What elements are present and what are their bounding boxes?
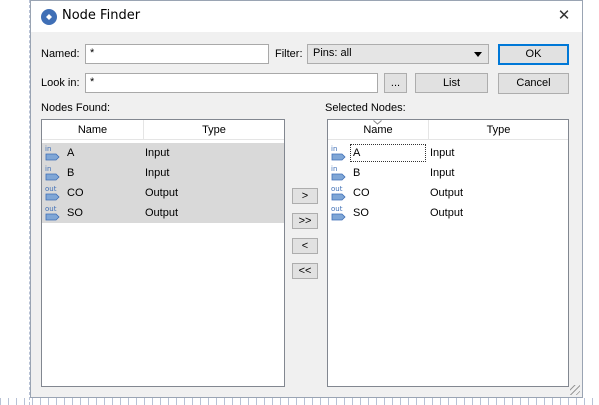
add-button[interactable]: > <box>292 188 318 204</box>
add-all-button[interactable]: >> <box>292 213 318 229</box>
selected-nodes-list[interactable]: Name Type in A Input in B Input out CO O… <box>327 119 569 387</box>
list-item[interactable]: in B Input <box>328 163 568 183</box>
node-type: Output <box>430 187 464 199</box>
look-in-input[interactable]: * <box>85 73 378 93</box>
node-type: Input <box>430 167 455 179</box>
pin-icon-text: in <box>331 165 337 173</box>
remove-button[interactable]: < <box>292 238 318 254</box>
named-label: Named: <box>41 48 80 60</box>
nodes-found-list[interactable]: Name Type in A Input in B Input out CO O… <box>41 119 285 387</box>
output-pin-icon: out <box>45 185 60 201</box>
nodes-found-label: Nodes Found: <box>41 102 111 114</box>
focus-indicator <box>350 144 426 162</box>
filter-select[interactable]: Pins: all <box>307 44 489 64</box>
selected-nodes-header: Name Type <box>328 120 568 140</box>
pin-icon-text: out <box>331 185 343 193</box>
node-type: Input <box>145 147 170 159</box>
node-name: A <box>67 147 75 159</box>
column-header-type[interactable]: Type <box>429 120 568 140</box>
close-icon[interactable]: ✕ <box>554 6 574 26</box>
input-pin-icon: in <box>331 165 346 181</box>
browse-button[interactable]: ... <box>384 73 407 93</box>
dialog-title: Node Finder <box>62 8 141 23</box>
remove-all-button[interactable]: << <box>292 263 318 279</box>
list-item[interactable]: in A Input <box>42 143 284 163</box>
list-item[interactable]: out SO Output <box>328 203 568 223</box>
pin-icon-text: out <box>331 205 343 213</box>
column-header-name[interactable]: Name <box>42 120 143 140</box>
node-type: Output <box>145 207 179 219</box>
node-name: CO <box>353 187 370 199</box>
look-in-label: Look in: <box>41 77 80 89</box>
input-pin-icon: in <box>45 145 60 161</box>
pin-icon-text: in <box>45 145 51 153</box>
selected-nodes-label: Selected Nodes: <box>325 102 406 114</box>
column-header-name[interactable]: Name <box>328 120 428 140</box>
title-bar[interactable]: Node Finder ✕ <box>31 1 582 32</box>
node-name: B <box>353 167 361 179</box>
node-type: Input <box>145 167 170 179</box>
editor-ruler-left <box>0 0 30 405</box>
cancel-button[interactable]: Cancel <box>498 73 569 94</box>
filter-select-value: Pins: all <box>313 47 352 59</box>
ok-button[interactable]: OK <box>498 44 569 65</box>
node-finder-dialog: Node Finder ✕ Named: * Filter: Pins: all… <box>30 0 583 398</box>
editor-ruler-bottom <box>0 398 599 405</box>
pin-icon-text: in <box>45 165 51 173</box>
app-icon <box>41 9 57 25</box>
node-name: SO <box>353 207 369 219</box>
filter-label: Filter: <box>275 48 303 60</box>
list-item[interactable]: out CO Output <box>328 183 568 203</box>
list-item[interactable]: in A Input <box>328 143 568 163</box>
nodes-found-header: Name Type <box>42 120 284 140</box>
list-item[interactable]: out CO Output <box>42 183 284 203</box>
list-item[interactable]: out SO Output <box>42 203 284 223</box>
output-pin-icon: out <box>45 205 60 221</box>
node-name: B <box>67 167 75 179</box>
list-item[interactable]: in B Input <box>42 163 284 183</box>
pin-icon-text: in <box>331 145 337 153</box>
pin-icon-text: out <box>45 205 57 213</box>
node-type: Output <box>430 207 464 219</box>
output-pin-icon: out <box>331 185 346 201</box>
output-pin-icon: out <box>331 205 346 221</box>
node-name: SO <box>67 207 83 219</box>
input-pin-icon: in <box>45 165 60 181</box>
named-input[interactable]: * <box>85 44 269 64</box>
input-pin-icon: in <box>331 145 346 161</box>
column-header-type[interactable]: Type <box>144 120 284 140</box>
resize-grip[interactable] <box>570 385 580 395</box>
chevron-down-icon <box>474 52 482 57</box>
node-type: Output <box>145 187 179 199</box>
pin-icon-text: out <box>45 185 57 193</box>
node-type: Input <box>430 147 455 159</box>
node-name: CO <box>67 187 84 199</box>
list-button[interactable]: List <box>415 73 488 93</box>
node-name: A <box>353 147 361 159</box>
